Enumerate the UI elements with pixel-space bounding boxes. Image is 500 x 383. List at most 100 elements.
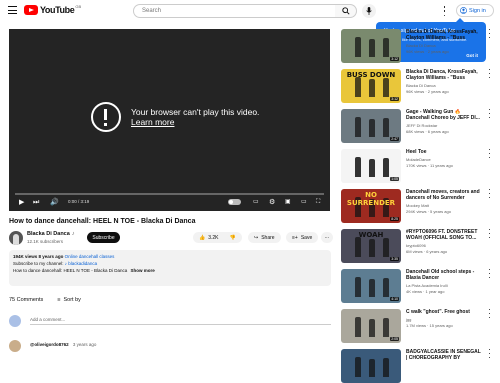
recommendation-views: 170K views · 11 years ago xyxy=(406,163,453,168)
recommendation-title[interactable]: C walk "ghost". Free ghost xyxy=(406,309,482,315)
recommendation-thumbnail[interactable]: 1:05 xyxy=(341,149,401,183)
learn-more-link[interactable]: Learn more xyxy=(131,117,259,127)
volume-icon[interactable]: 🔊 xyxy=(50,199,59,206)
video-duration: 4:10 xyxy=(390,297,399,301)
recommendation-more-icon[interactable] xyxy=(488,29,491,38)
recommendation-channel[interactable]: Blacka Di Danca xyxy=(406,43,482,48)
sort-button[interactable]: ≡ Sort by xyxy=(57,297,81,303)
recommendation-views: 6M views · 6 years ago xyxy=(406,249,448,254)
recommendation-title[interactable]: Blacka Di Danca, KrossFayah, Clayton Wil… xyxy=(406,69,482,81)
recommendation-item[interactable]: 4:10 Dancehall Old school steps - Blaxia … xyxy=(341,269,491,303)
comment-author-avatar[interactable] xyxy=(9,340,21,352)
channel-link[interactable]: ♪ blackadidanca xyxy=(65,261,97,266)
recommendation-thumbnail[interactable]: 3:12 xyxy=(341,29,401,63)
recommendation-thumbnail[interactable]: NO SURRENDER 8:25 xyxy=(341,189,401,223)
subtitles-icon[interactable]: ▭ xyxy=(253,199,259,206)
recommendation-item[interactable]: 1:05 Heel Toe MoladeDance 170K views · 11 y… xyxy=(341,149,491,183)
search-button[interactable] xyxy=(335,4,357,18)
recommendation-more-icon[interactable] xyxy=(488,269,491,278)
comment-author[interactable]: @oliveigordo8762 xyxy=(30,342,69,347)
video-player[interactable]: Your browser can't play this video. Lear… xyxy=(9,29,330,211)
share-button[interactable]: ↪ Share xyxy=(248,232,281,243)
recommendation-item[interactable]: NO SURRENDER 8:25 Dancehall moves, creator… xyxy=(341,189,491,223)
thumbnail-figure xyxy=(355,117,361,137)
more-horizontal-icon: ⋯ xyxy=(324,234,330,241)
user-avatar xyxy=(9,315,21,327)
recommendation-title[interactable]: BADGYALCASSIE IN SENEGAL | CHOREOGRAPHY … xyxy=(406,349,482,361)
recommendation-title[interactable]: Heel Toe xyxy=(406,149,482,155)
recommendation-thumbnail[interactable]: WOAH 3:35 xyxy=(341,229,401,263)
recommendation-more-icon[interactable] xyxy=(488,109,491,118)
recommendation-title[interactable]: #RYPTO6096 FT. DONSTREET WOAH (OFFICIAL … xyxy=(406,229,482,241)
subscribe-button[interactable]: Subscribe xyxy=(87,232,120,243)
theater-mode-icon[interactable]: ▭ xyxy=(301,199,307,206)
video-duration: 8:25 xyxy=(390,217,399,221)
recommendation-more-icon[interactable] xyxy=(488,69,491,78)
thumbnail-figure xyxy=(355,37,361,57)
autoplay-toggle[interactable] xyxy=(228,199,241,205)
youtube-logo[interactable]: YouTube GB xyxy=(24,4,81,15)
miniplayer-icon[interactable]: ▣ xyxy=(285,199,291,206)
fullscreen-icon[interactable]: ⛶ xyxy=(316,199,320,206)
dislike-button[interactable]: 👎 xyxy=(230,235,236,241)
menu-icon[interactable] xyxy=(8,6,17,14)
subscriber-count: 12.1K subscribers xyxy=(27,239,64,244)
settings-more-icon[interactable] xyxy=(443,6,446,16)
recommendation-more-icon[interactable] xyxy=(488,229,491,238)
thumbs-up-icon: 👍 xyxy=(199,234,206,241)
recommendation-title[interactable]: Dancehall Old school steps - Blaxia Danc… xyxy=(406,269,482,281)
thumbnail-figure xyxy=(355,357,361,377)
recommendation-item[interactable]: WOAH 3:35 #RYPTO6096 FT. DONSTREET WOAH (O… xyxy=(341,229,491,263)
thumbnail-figure xyxy=(355,277,361,297)
thumbnail-figure xyxy=(369,239,375,257)
recommendation-channel[interactable]: La Pista Academia Irulli xyxy=(406,283,482,288)
channel-name[interactable]: Blacka Di Danca xyxy=(27,231,70,237)
play-icon[interactable]: ▶ xyxy=(19,199,24,206)
recommendation-item[interactable]: BADGYALCASSIE IN SENEGAL | CHOREOGRAPHY … xyxy=(341,349,491,383)
recommendation-title[interactable]: Blacka Di Danca, KrossFayah, Clayton Wil… xyxy=(406,29,482,41)
recommendation-title[interactable]: Gage - Walking Gun 🔥 Dancehall Choreo by… xyxy=(406,109,482,121)
recommendation-item[interactable]: 2:05 C walk "ghost". Free ghost jgg 1.7M vi… xyxy=(341,309,491,343)
video-duration: 2:47 xyxy=(390,137,399,141)
like-button[interactable]: 👍 3.2K xyxy=(199,235,219,241)
settings-gear-icon[interactable]: ⚙ xyxy=(269,199,275,206)
description-box[interactable]: 194K views 8 years ago Online dancehall … xyxy=(9,250,331,286)
logo-text: YouTube xyxy=(40,5,75,15)
show-more-button[interactable]: Show more xyxy=(131,268,155,273)
video-duration: 3:12 xyxy=(390,57,399,61)
description-tag[interactable]: Online dancehall classes xyxy=(65,254,115,259)
channel-avatar[interactable] xyxy=(9,231,23,245)
recommendation-thumbnail[interactable]: 2:47 xyxy=(341,109,401,143)
recommendation-channel[interactable]: Mookey Matt xyxy=(406,203,482,208)
recommendation-channel[interactable]: jgg xyxy=(406,317,482,322)
recommendation-channel[interactable]: JEFF Di Rockstar xyxy=(406,123,482,128)
recommendation-item[interactable]: BUSS DOWN 3:12 Blacka Di Danca, KrossFayah… xyxy=(341,69,491,103)
thumbnail-figure xyxy=(369,39,375,57)
recommendation-more-icon[interactable] xyxy=(488,149,491,158)
voice-search-button[interactable] xyxy=(362,4,376,18)
more-actions-button[interactable]: ⋯ xyxy=(321,232,333,243)
recommendation-channel[interactable]: MoladeDance xyxy=(406,157,482,162)
search-input[interactable]: Search xyxy=(133,4,336,18)
next-icon[interactable]: ⏭ xyxy=(33,199,39,206)
recommendation-more-icon[interactable] xyxy=(488,309,491,318)
recommendation-more-icon[interactable] xyxy=(488,189,491,198)
recommendation-item[interactable]: 2:47 Gage - Walking Gun 🔥 Dancehall Chore… xyxy=(341,109,491,143)
progress-bar[interactable] xyxy=(15,193,324,195)
channel-name-row[interactable]: Blacka Di Danca ♪ xyxy=(27,231,75,237)
player-controls: ▶ ⏭ 🔊 0:00 / 3:19 ▭ ⚙ ▣ ▭ ⛶ xyxy=(9,193,330,211)
recommendation-thumbnail[interactable]: 2:05 xyxy=(341,309,401,343)
description-line-3: How to dance dancehall: HEEL N TOE - Bla… xyxy=(13,268,128,273)
recommendation-channel[interactable]: Blacka Di Danca xyxy=(406,83,482,88)
save-button[interactable]: ≡+ Save xyxy=(286,232,319,243)
recommendation-item[interactable]: 3:12 Blacka Di Danca, KrossFayah, Clayton… xyxy=(341,29,491,63)
recommendation-channel[interactable]: krypto6096 xyxy=(406,243,482,248)
recommendation-thumbnail[interactable] xyxy=(341,349,401,383)
add-comment-input[interactable]: Add a comment... xyxy=(30,317,331,325)
recommendation-thumbnail[interactable]: BUSS DOWN 3:12 xyxy=(341,69,401,103)
sign-in-button[interactable]: Sign in xyxy=(456,4,494,17)
recommendation-title[interactable]: Dancehall moves, creators and dancers of… xyxy=(406,189,482,201)
top-bar: YouTube GB Search Sign in xyxy=(0,0,500,22)
recommendation-more-icon[interactable] xyxy=(488,349,491,358)
recommendation-thumbnail[interactable]: 4:10 xyxy=(341,269,401,303)
